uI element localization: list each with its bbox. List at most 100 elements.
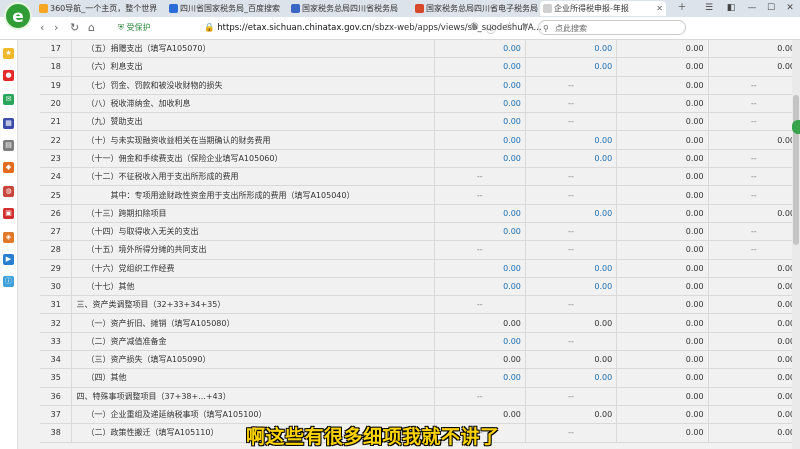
amount-cell[interactable]: 0.00 — [525, 40, 618, 59]
amount-cell[interactable]: 0.00 — [434, 149, 526, 169]
row-number: 21 — [40, 112, 73, 132]
rss-icon[interactable]: ◉ — [470, 21, 479, 32]
row-number: 26 — [40, 204, 73, 223]
row-number: 18 — [40, 57, 73, 77]
browser-tab[interactable]: 企业所得税申报-年报 ✕ — [540, 1, 666, 16]
row-item-name: （一）企业重组及递延纳税事项（填写A105100） — [71, 405, 435, 425]
forward-icon[interactable]: › — [54, 20, 58, 36]
tab-close-icon[interactable]: ✕ — [656, 1, 663, 16]
mail-icon[interactable]: ✉ — [3, 94, 14, 105]
search-input[interactable]: ⚲ 点此搜索 — [538, 20, 686, 35]
amount-cell[interactable]: 0.00 — [434, 368, 526, 388]
table-row: 21 （九）赞助支出 0.00 -- 0.00 -- — [40, 112, 800, 132]
row-item-name: （六）利息支出 — [71, 57, 435, 77]
row-item-name: （十一）佣金和手续费支出（保险企业填写A105060） — [71, 149, 435, 169]
amount-cell[interactable]: 0.00 — [525, 149, 618, 169]
amount-cell[interactable]: 0.00 — [434, 332, 526, 352]
app-icon[interactable]: ▦ — [3, 118, 14, 129]
url-path: /sbzx-web/apps/views/sb_suodeshui/A... — [371, 23, 542, 33]
home-icon[interactable]: ⌂ — [88, 20, 95, 36]
dropdown-icon[interactable]: ▾ — [522, 21, 527, 32]
doc-icon[interactable]: ▤ — [3, 140, 14, 151]
close-window-button[interactable]: ✕ — [781, 0, 799, 17]
info-icon[interactable]: ⓘ — [3, 276, 14, 287]
amount-cell: 0.00 — [616, 185, 709, 205]
shop-icon[interactable]: ◆ — [3, 162, 14, 173]
amount-cell[interactable]: 0.00 — [434, 57, 526, 77]
table-row: 28 （十五）境外所得分摊的共同支出 -- -- 0.00 -- — [40, 240, 800, 260]
amount-cell[interactable]: 0.00 — [434, 40, 526, 59]
row-item-name: （十三）跨期扣除项目 — [71, 204, 435, 223]
amount-cell: 0.00 — [708, 204, 800, 223]
lock-icon: 🔒 — [204, 23, 215, 33]
amount-cell[interactable]: 0.00 — [525, 259, 618, 278]
row-number: 32 — [40, 313, 73, 333]
refresh-icon[interactable]: ↻ — [70, 20, 79, 36]
amount-cell[interactable]: 0.00 — [434, 204, 526, 223]
weibo-icon[interactable]: ● — [3, 70, 14, 81]
shield-icon: ⛨ — [118, 23, 124, 32]
row-item-name: （十）与未实现融资收益相关在当期确认的财务费用 — [71, 130, 435, 150]
maximize-button[interactable]: ☐ — [762, 0, 780, 17]
side-float-button[interactable] — [792, 120, 800, 134]
gift-icon[interactable]: ◈ — [3, 232, 14, 243]
amount-cell: 0.00 — [708, 405, 800, 425]
amount-cell[interactable]: 0.00 — [434, 112, 526, 132]
amount-cell: 0.00 — [616, 350, 709, 370]
table-row: 20 （八）税收滞纳金、加收利息 0.00 -- 0.00 -- — [40, 94, 800, 114]
amount-cell: 0.00 — [616, 313, 709, 333]
tab-favicon-icon — [169, 4, 178, 13]
new-tab-button[interactable]: ＋ — [673, 0, 691, 17]
browser-tab[interactable]: 国家税务总局四川省电子税务局 — [412, 1, 538, 16]
amount-cell[interactable]: 0.00 — [434, 222, 526, 242]
table-row: 32 （一）资产折旧、摊销（填写A105080） 0.00 0.00 0.00 0.00 — [40, 313, 800, 333]
table-row: 23 （十一）佣金和手续费支出（保险企业填写A105060） 0.00 0.00 0.0… — [40, 149, 800, 169]
amount-cell[interactable]: 0.00 — [434, 94, 526, 114]
table-row: 34 （三）资产损失（填写A105090） 0.00 0.00 0.00 0.00 — [40, 350, 800, 370]
amount-cell[interactable]: 0.00 — [525, 277, 618, 297]
amount-cell[interactable]: 0.00 — [434, 76, 526, 95]
amount-cell: 0.00 — [616, 222, 709, 242]
amount-cell: 0.00 — [616, 149, 709, 169]
amount-cell[interactable]: 0.00 — [525, 368, 618, 388]
table-row: 17 （五）捐赠支出（填写A105070） 0.00 0.00 0.00 0.00 — [40, 40, 800, 59]
amount-cell[interactable]: 0.00 — [525, 130, 618, 150]
tab-favicon-icon — [39, 4, 48, 13]
amount-cell: -- — [708, 149, 800, 169]
skin-icon[interactable]: ◧ — [722, 0, 740, 17]
amount-cell: 0.00 — [708, 332, 800, 352]
vertical-scrollbar[interactable] — [792, 40, 800, 449]
amount-cell: -- — [434, 185, 526, 205]
table-row: 19 （七）罚金、罚款和被没收财物的损失 0.00 -- 0.00 -- — [40, 76, 800, 95]
browser-logo[interactable]: e — [4, 2, 32, 30]
amount-cell: 0.00 — [616, 57, 709, 77]
scrollbar-thumb[interactable] — [793, 95, 799, 245]
amount-cell: 0.00 — [616, 167, 709, 187]
amount-cell[interactable]: 0.00 — [525, 57, 618, 77]
amount-cell: -- — [708, 167, 800, 187]
news-icon[interactable]: ▣ — [3, 208, 14, 219]
browser-tab[interactable]: 360导航_一个主页，整个世界 — [36, 1, 164, 16]
amount-cell: 0.00 — [708, 387, 800, 406]
game-icon[interactable]: ◍ — [3, 186, 14, 197]
secure-label[interactable]: ⛨ 受保护 — [118, 22, 151, 33]
ie-mode-icon[interactable]: ⓔ — [486, 21, 496, 36]
amount-cell: -- — [525, 112, 618, 132]
row-number: 28 — [40, 240, 73, 260]
amount-cell[interactable]: 0.00 — [434, 130, 526, 150]
browser-tab[interactable]: 国家税务总局四川省税务局 — [288, 1, 410, 16]
video-icon[interactable]: ▶ — [3, 254, 14, 265]
browser-tab[interactable]: 四川省国家税务局_百度搜索 — [166, 1, 288, 16]
row-number: 33 — [40, 332, 73, 352]
minimize-button[interactable]: — — [743, 0, 761, 17]
amount-cell: 0.00 — [616, 423, 709, 443]
star-icon[interactable]: ★ — [3, 48, 14, 59]
amount-cell[interactable]: 0.00 — [434, 277, 526, 297]
tab-label: 国家税务总局四川省电子税务局 — [426, 4, 538, 13]
bookmark-star-icon[interactable]: ☆ — [505, 21, 514, 32]
back-icon[interactable]: ‹ — [40, 20, 44, 36]
amount-cell[interactable]: 0.00 — [525, 204, 618, 223]
tab-label: 四川省国家税务局_百度搜索 — [180, 4, 280, 13]
amount-cell[interactable]: 0.00 — [434, 259, 526, 278]
menu-icon[interactable]: ☰ — [700, 0, 718, 17]
